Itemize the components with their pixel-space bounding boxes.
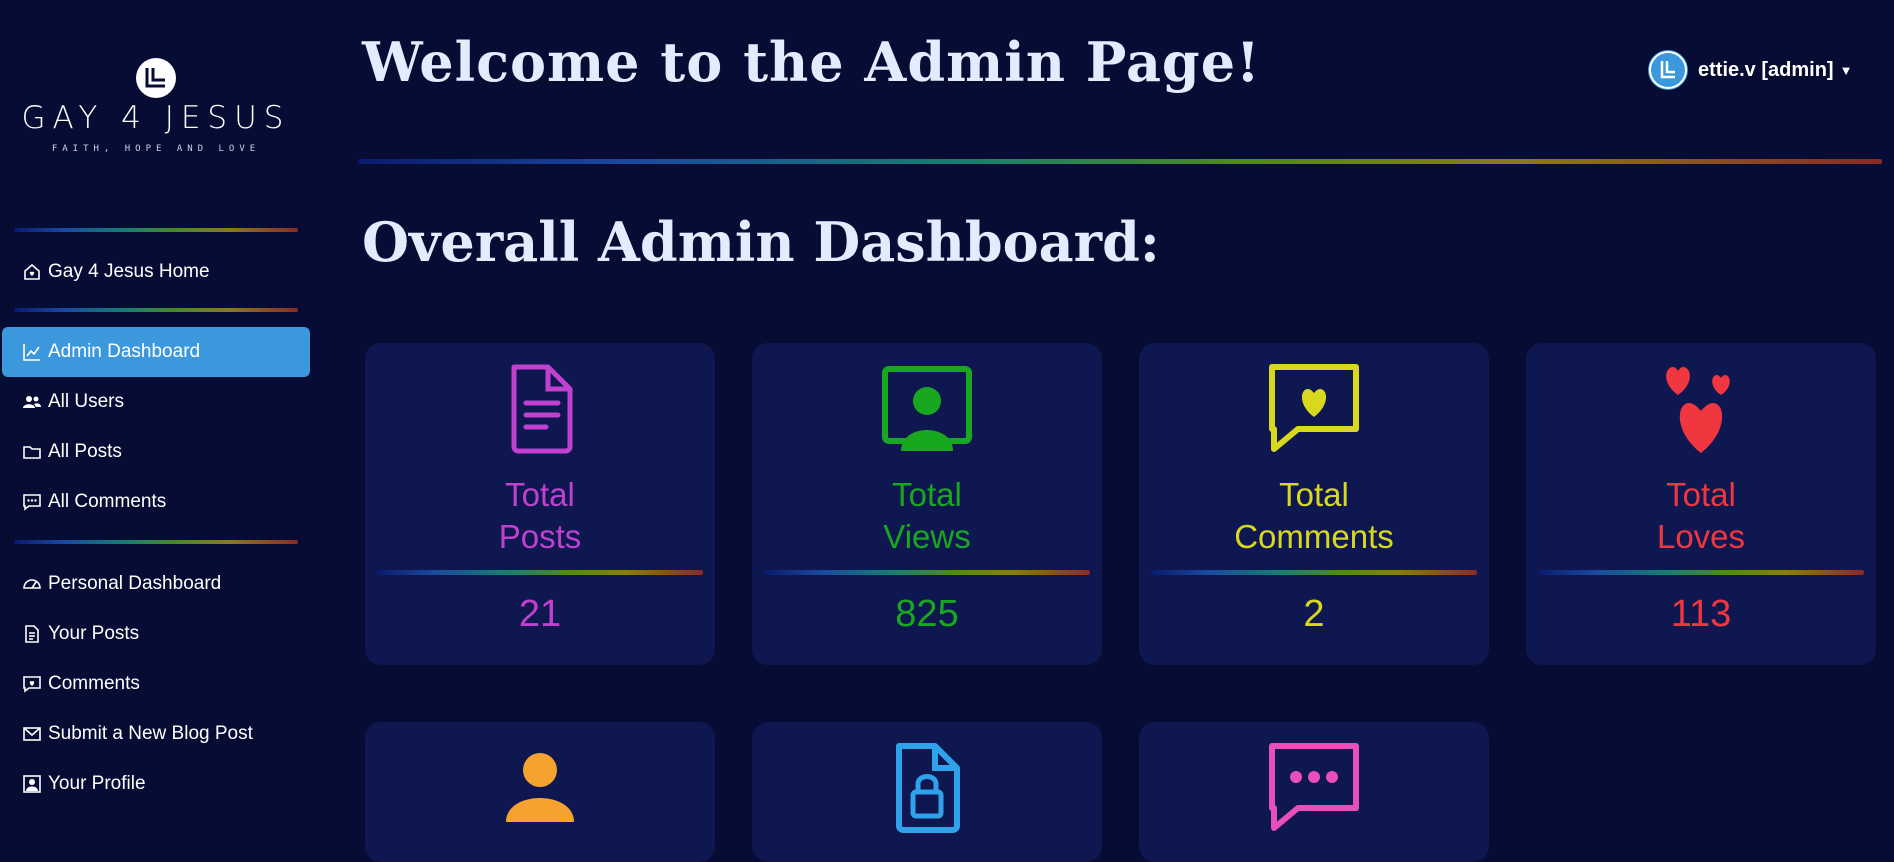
nav-comments[interactable]: Comments [2, 659, 310, 709]
stat-value: 113 [1670, 593, 1732, 635]
user-menu-dropdown[interactable]: ettie.v [admin] ▼ [1648, 50, 1852, 90]
stat-value: 825 [895, 593, 959, 635]
nav-personal-dashboard[interactable]: Personal Dashboard [2, 559, 310, 609]
nav-label: All Comments [48, 491, 167, 512]
stat-card-loves: Total Loves 113 [1526, 343, 1876, 665]
stat-label-line2: Loves [1656, 518, 1746, 555]
page-title: Welcome to the Admin Page! [362, 30, 1261, 94]
chat-heart-icon [1139, 363, 1489, 455]
file-lock-icon [752, 742, 1102, 834]
nav-label: All Posts [48, 441, 122, 462]
nav-home[interactable]: Gay 4 Jesus Home [2, 247, 310, 297]
nav-admin-dashboard[interactable]: Admin Dashboard [2, 327, 310, 377]
chart-line-icon [21, 341, 43, 363]
username: ettie.v [admin] [1698, 58, 1834, 81]
chat-heart-icon [21, 673, 43, 695]
nav-label: Submit a New Blog Post [48, 723, 253, 744]
people-icon [21, 391, 43, 413]
person-video-icon [752, 363, 1102, 455]
stat-label: Total Comments [1139, 474, 1489, 558]
nav-label: Admin Dashboard [48, 341, 201, 362]
stat-card-comments: Total Comments 2 [1139, 343, 1489, 665]
divider [14, 308, 298, 312]
logo-mark-icon [136, 58, 176, 98]
chat-dots-icon [21, 491, 43, 513]
nav-all-posts[interactable]: All Posts [2, 427, 310, 477]
stat-label-line1: Total [892, 476, 962, 513]
file-text-icon [365, 363, 715, 455]
brand-tagline: FAITH, HOPE AND LOVE [51, 144, 261, 154]
header-divider [358, 159, 1882, 164]
stat-label: Total Posts [365, 474, 715, 558]
nav-label: Your Posts [48, 623, 140, 644]
stat-card-users [365, 722, 715, 862]
divider [14, 228, 298, 232]
nav-your-profile[interactable]: Your Profile [2, 759, 310, 809]
stat-card-posts: Total Posts 21 [365, 343, 715, 665]
speedometer-icon [21, 573, 43, 595]
stat-label-line2: Views [883, 518, 971, 555]
stat-label: Total Views [752, 474, 1102, 558]
site-logo[interactable]: GAY 4 JESUS FAITH, HOPE AND LOVE [14, 58, 298, 158]
card-divider [1151, 570, 1477, 575]
stat-card-views: Total Views 825 [752, 343, 1102, 665]
nav-all-users[interactable]: All Users [2, 377, 310, 427]
house-heart-icon [21, 261, 43, 283]
person-icon [365, 752, 715, 844]
stat-label-line2: Comments [1234, 518, 1394, 555]
stat-label-line1: Total [1666, 476, 1736, 513]
brand-title: GAY 4 JESUS [21, 100, 291, 136]
nav-all-comments[interactable]: All Comments [2, 477, 310, 527]
stat-label-line1: Total [1279, 476, 1349, 513]
nav-your-posts[interactable]: Your Posts [2, 609, 310, 659]
person-square-icon [21, 773, 43, 795]
stat-card-messages [1139, 722, 1489, 862]
chevron-down-icon: ▼ [1839, 62, 1853, 78]
card-divider [764, 570, 1090, 575]
nav-label: Your Profile [48, 773, 146, 794]
chat-dots-icon [1139, 742, 1489, 834]
nav-label: All Users [48, 391, 125, 412]
dashboard-title: Overall Admin Dashboard: [362, 210, 1160, 274]
card-divider [1538, 570, 1864, 575]
nav-submit-post[interactable]: Submit a New Blog Post [2, 709, 310, 759]
stat-value: 21 [518, 593, 562, 635]
stat-label: Total Loves [1526, 474, 1876, 558]
sidebar: GAY 4 JESUS FAITH, HOPE AND LOVE Gay 4 J… [0, 0, 314, 852]
nav-label: Personal Dashboard [48, 573, 222, 594]
nav-label: Comments [48, 673, 140, 694]
nav-label: Gay 4 Jesus Home [48, 261, 210, 282]
stat-label-line1: Total [505, 476, 575, 513]
file-text-icon [21, 623, 43, 645]
avatar [1648, 50, 1688, 90]
stat-label-line2: Posts [498, 518, 582, 555]
hearts-icon [1526, 363, 1876, 455]
stat-card-locked [752, 722, 1102, 862]
folder-icon [21, 441, 43, 463]
divider [14, 540, 298, 544]
envelope-icon [21, 723, 43, 745]
card-divider [377, 570, 703, 575]
stat-value: 2 [1303, 593, 1325, 635]
